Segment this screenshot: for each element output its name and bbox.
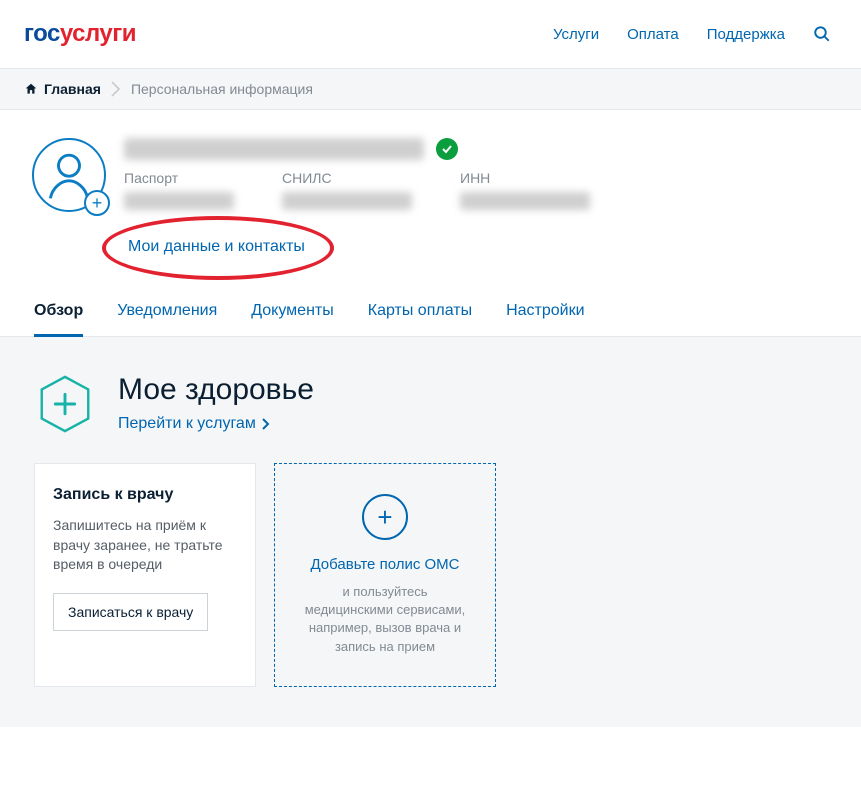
card-oms-desc: и пользуйтесь медицинскими сервисами, на… [293, 583, 477, 656]
nav-payment[interactable]: Оплата [627, 26, 679, 43]
profile-name [124, 138, 424, 160]
health-title-block: Мое здоровье Перейти к услугам [118, 373, 314, 433]
breadcrumb-home[interactable]: Главная [24, 81, 101, 97]
logo-part-uslugi: услуги [60, 20, 136, 48]
appointment-button[interactable]: Записаться к врачу [53, 593, 208, 631]
top-nav: Услуги Оплата Поддержка [553, 25, 831, 43]
tab-payment-cards[interactable]: Карты оплаты [368, 298, 472, 336]
snils-label: СНИЛС [282, 170, 412, 186]
breadcrumb-current: Персональная информация [131, 81, 313, 97]
chevron-right-icon [111, 81, 121, 97]
card-appointment: Запись к врачу Запишитесь на приём к вра… [34, 463, 256, 687]
tab-documents[interactable]: Документы [251, 298, 333, 336]
profile-block: + Паспорт СНИЛС ИНН Мои данные и [0, 110, 861, 268]
cards-row: Запись к врачу Запишитесь на приём к вра… [34, 463, 827, 687]
health-link-label: Перейти к услугам [118, 415, 256, 433]
card-appointment-desc: Запишитесь на приём к врачу заранее, не … [53, 516, 237, 575]
card-appointment-title: Запись к врачу [53, 486, 237, 504]
passport-value [124, 192, 234, 210]
tab-notifications[interactable]: Уведомления [117, 298, 217, 336]
plus-circle-icon: + [362, 494, 408, 540]
inn-label: ИНН [460, 170, 590, 186]
health-title: Мое здоровье [118, 373, 314, 407]
breadcrumb: Главная Персональная информация [0, 69, 861, 110]
health-icon [34, 373, 96, 435]
verified-badge-icon [436, 138, 458, 160]
content-area: Мое здоровье Перейти к услугам Запись к … [0, 337, 861, 727]
my-data-link[interactable]: Мои данные и контакты [128, 238, 305, 255]
my-data-link-wrap: Мои данные и контакты [128, 238, 305, 256]
profile-name-row [124, 138, 837, 160]
health-services-link[interactable]: Перейти к услугам [118, 415, 270, 433]
card-add-oms[interactable]: + Добавьте полис ОМС и пользуйтесь медиц… [274, 463, 496, 687]
health-header: Мое здоровье Перейти к услугам [34, 373, 827, 435]
tab-overview[interactable]: Обзор [34, 298, 83, 337]
snils-value [282, 192, 412, 210]
card-oms-title: Добавьте полис ОМС [310, 556, 459, 573]
logo[interactable]: госуслуги [24, 20, 136, 48]
logo-part-gos: гос [24, 20, 60, 48]
tab-settings[interactable]: Настройки [506, 298, 584, 336]
passport-label: Паспорт [124, 170, 234, 186]
profile-info: Паспорт СНИЛС ИНН Мои данные и контакты [124, 138, 837, 256]
avatar[interactable]: + [32, 138, 106, 212]
inn-col: ИНН [460, 170, 590, 210]
documents-row: Паспорт СНИЛС ИНН [124, 170, 837, 210]
search-icon[interactable] [813, 25, 831, 43]
snils-col: СНИЛС [282, 170, 412, 210]
chevron-right-icon [262, 418, 270, 430]
inn-value [460, 192, 590, 210]
header: госуслуги Услуги Оплата Поддержка [0, 0, 861, 69]
breadcrumb-home-label: Главная [44, 81, 101, 97]
avatar-add-icon[interactable]: + [84, 190, 110, 216]
passport-col: Паспорт [124, 170, 234, 210]
nav-support[interactable]: Поддержка [707, 26, 785, 43]
tabs: Обзор Уведомления Документы Карты оплаты… [0, 268, 861, 337]
nav-services[interactable]: Услуги [553, 26, 599, 43]
home-icon [24, 82, 38, 96]
